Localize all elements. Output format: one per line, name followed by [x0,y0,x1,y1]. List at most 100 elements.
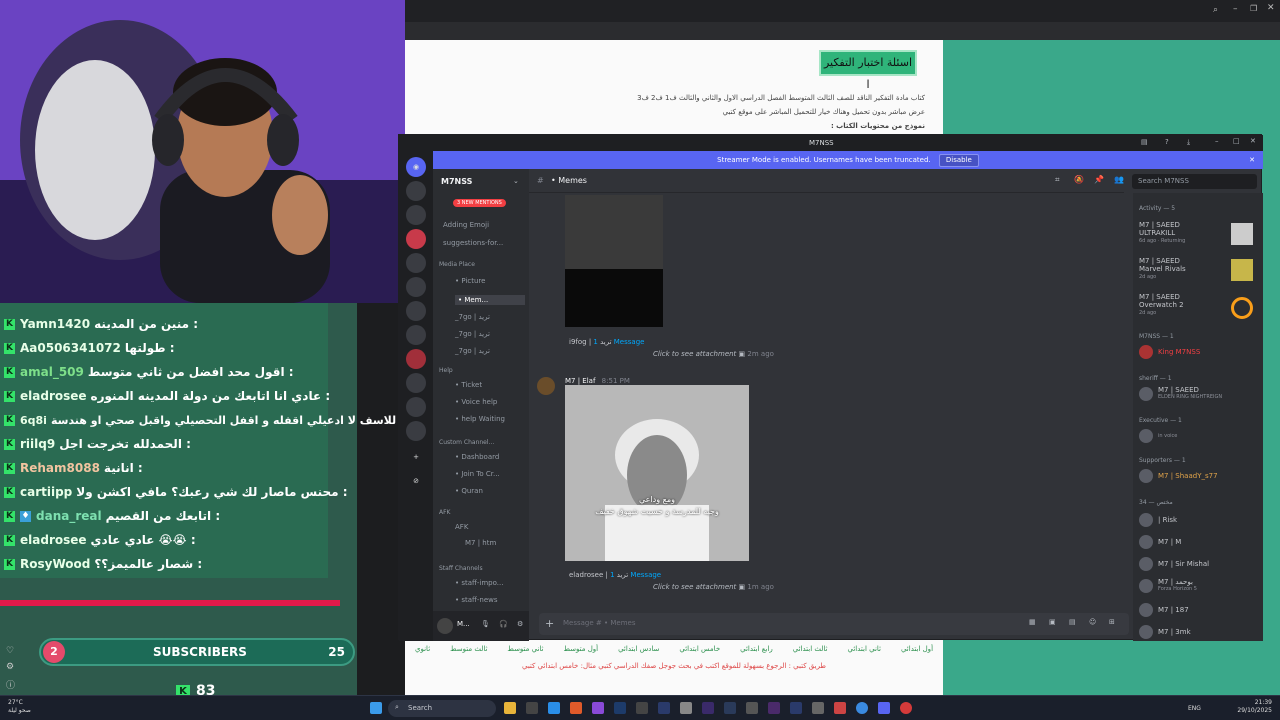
member-item[interactable]: in voice [1139,429,1177,443]
sticker-icon[interactable]: ▤ [1069,618,1076,626]
server-icon[interactable] [406,229,426,249]
close-icon[interactable]: ✕ [1249,151,1255,169]
app-icon[interactable] [834,702,846,714]
server-icon[interactable] [406,421,426,441]
voice-channel-item[interactable]: AFK [455,523,468,531]
maximize-icon[interactable]: □ [1233,137,1240,145]
channel-item[interactable]: • Picture [455,277,485,285]
settings-icon[interactable]: ⚙ [6,662,14,672]
media-encoder-icon[interactable] [724,702,736,714]
grade-tab[interactable]: ثانوي [415,645,430,653]
discover-icon[interactable]: ⊘ [406,471,426,491]
server-icon[interactable] [406,205,426,225]
user-name[interactable]: M... [457,620,470,628]
message-attachment-image[interactable]: ومع وداعي وجيه للمدرسة و حسيت شهوق خفيف [565,385,749,561]
avatar[interactable] [437,618,453,634]
minimize-icon[interactable]: – [1215,137,1219,145]
channel-item[interactable]: suggestions-for... [443,239,503,247]
member-item[interactable]: M7 | ShaadY_s77 [1139,469,1218,483]
thread-item[interactable]: _7go | تريد [455,330,490,338]
audition-icon[interactable] [658,702,670,714]
grade-tab[interactable]: ثالث متوسط [450,645,487,653]
member-item[interactable]: | Risk [1139,513,1177,527]
channel-item[interactable]: • staff-news [455,596,498,604]
channel-item[interactable]: • Join To Cr... [455,470,500,478]
download-icon[interactable]: ⤓ [1187,138,1190,147]
attachment-text[interactable]: Click to see attachment [653,583,736,591]
server-icon[interactable] [406,373,426,393]
chat-username[interactable]: amal_509 [20,365,84,379]
server-icon[interactable] [406,397,426,417]
grade-tab[interactable]: أول ابتدائي [901,645,933,653]
app-icon[interactable] [746,702,758,714]
chat-username[interactable]: Aa0506341072 [20,341,121,355]
gif-icon[interactable]: ▣ [1049,618,1056,626]
chat-username[interactable]: cartiipp [20,485,72,499]
member-item[interactable]: M7 | M [1139,535,1181,549]
members-icon[interactable]: 👥 [1114,175,1124,184]
apps-icon[interactable]: ⊞ [1109,618,1115,626]
info-icon[interactable]: ⓘ [6,678,15,691]
close-icon[interactable]: ✕ [1267,3,1275,13]
heart-icon[interactable]: ♡ [6,646,14,656]
plus-icon[interactable]: + [545,617,554,630]
headphones-icon[interactable]: 🎧 [499,620,508,628]
category-help[interactable]: Help [439,367,453,374]
grade-tab[interactable]: ثاني متوسط [507,645,543,653]
member-item[interactable]: M7 | بوحمد Forza Horizon 5 [1139,579,1197,593]
reply-preview[interactable]: eladrosee | تريد 1 Message [569,571,661,579]
app-icon[interactable] [680,702,692,714]
channel-item-active[interactable]: • Mem... [455,295,525,305]
category-custom[interactable]: Custom Channel... [439,439,494,446]
message-input[interactable]: + Message # • Memes ▦ ▣ ▤ ☺ ⊞ [539,613,1129,635]
thread-item[interactable]: _7go | تريد [455,347,490,355]
chat-username[interactable]: eladrosee [20,389,87,403]
activity-card[interactable]: M7 | SAEED Overwatch 2 2d ago [1139,293,1184,317]
mute-icon[interactable]: 🔕 [1074,175,1084,184]
avatar[interactable] [537,377,555,395]
server-name[interactable]: M7NSS [441,177,472,186]
discord-icon[interactable] [878,702,890,714]
grade-tab[interactable]: أول متوسط [563,645,598,653]
grade-tab[interactable]: ثالث ابتدائي [793,645,828,653]
emoji-icon[interactable]: ☺ [1089,618,1096,626]
chat-username[interactable]: Reham8088 [20,461,100,475]
app-icon[interactable] [636,702,648,714]
after-effects-icon[interactable] [702,702,714,714]
activity-card[interactable]: M7 | SAEED ULTRAKILL 6d ago · Returning [1139,221,1185,245]
close-icon[interactable]: ✕ [1250,137,1256,145]
chat-username[interactable]: RosyWood [20,557,90,571]
help-icon[interactable]: ? [1165,138,1169,146]
clock[interactable]: 21:39 29/10/2025 [1236,699,1272,715]
chrome-icon[interactable] [856,702,868,714]
gift-icon[interactable]: ▦ [1029,618,1036,626]
microphone-icon[interactable]: 🎙 [481,620,490,628]
chat-username[interactable]: Yamn1420 [20,317,90,331]
thread-item[interactable]: _7go | تريد [455,313,490,321]
server-icon[interactable] [406,325,426,345]
search-input[interactable]: Search M7NSS [1132,174,1257,189]
app-icon[interactable] [526,702,538,714]
message-author[interactable]: M7 | Elaf [565,377,595,385]
attachment-text[interactable]: Click to see attachment [653,350,736,358]
chat-username[interactable]: eladrosee [20,533,87,547]
weather-widget[interactable]: 27°C صحو ليلة [8,699,31,715]
audition-icon[interactable] [790,702,802,714]
add-server-icon[interactable]: + [406,447,426,467]
member-item[interactable]: King M7NSS [1139,345,1200,359]
category-media[interactable]: Media Place [439,261,475,268]
language-indicator[interactable]: ENG [1188,705,1201,712]
server-icon[interactable] [406,253,426,273]
message-attachment-video[interactable] [565,195,663,327]
channel-item[interactable]: • Ticket [455,381,482,389]
server-icon[interactable] [406,349,426,369]
grade-tab[interactable]: رابع ابتدائي [740,645,773,653]
channel-item[interactable]: • Quran [455,487,483,495]
taskbar-search[interactable]: ⌕ Search [388,700,496,717]
chat-username[interactable]: 6q8i [20,414,47,427]
minimize-icon[interactable]: – [1233,4,1238,14]
app-icon[interactable] [812,702,824,714]
reply-preview[interactable]: i9fog | تريد 1 Message [569,338,644,346]
grade-tab[interactable]: خامس ابتدائي [679,645,720,653]
disable-button[interactable]: Disable [938,154,979,167]
